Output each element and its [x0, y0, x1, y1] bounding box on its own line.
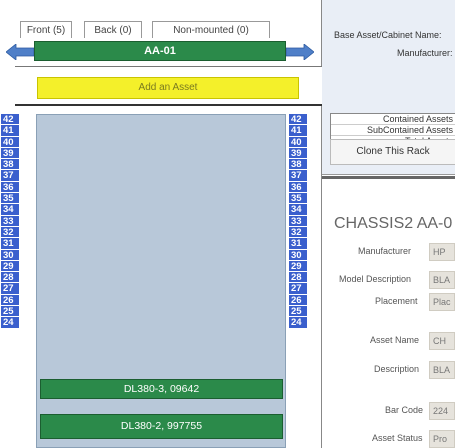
slot-number: 42 [1, 114, 19, 126]
asset-detail-panel: CHASSIS2 AA-0 Manufacturer HP Model Desc… [322, 176, 455, 448]
rack-asset[interactable]: DL380-2, 997755 [40, 414, 283, 439]
slot-number: 40 [289, 136, 307, 148]
slot-number: 33 [289, 215, 307, 227]
bar-code-field[interactable]: 224 [429, 402, 455, 420]
slot-number: 32 [289, 226, 307, 239]
slot-numbers-right: 42 41 40 39 38 37 36 35 34 33 32 31 30 29 28 27 26 25 24 [289, 114, 307, 329]
placement-field[interactable]: Plac [429, 293, 455, 311]
slot-number: 42 [289, 114, 307, 126]
slot-number: 27 [289, 283, 307, 295]
manufacturer-field-label: Manufacturer [358, 246, 412, 256]
slot-number: 35 [289, 193, 307, 205]
slot-number: 37 [289, 170, 307, 182]
rack-summary: Base Asset/Cabinet Name: Manufacturer: C… [322, 0, 455, 175]
slot-number: 36 [1, 181, 19, 194]
asset-status-field-label: Asset Status [372, 433, 423, 443]
asset-name-field-label: Asset Name [370, 335, 420, 345]
slot-number: 38 [1, 159, 19, 171]
bar-code-field-label: Bar Code [385, 405, 424, 415]
slot-number: 30 [1, 249, 19, 261]
slot-number: 25 [289, 306, 307, 318]
slot-number: 26 [1, 294, 19, 307]
clone-rack-button[interactable]: Clone This Rack [330, 139, 455, 165]
model-description-field[interactable]: BLA [429, 271, 455, 289]
placement-field-label: Placement [375, 296, 418, 306]
rack-name-header: AA-01 [34, 41, 286, 61]
add-asset-area: Add an Asset [15, 66, 322, 106]
contained-assets-label: Contained Assets [331, 114, 455, 125]
slot-number: 41 [289, 125, 307, 137]
slot-number: 31 [1, 238, 19, 250]
slot-number: 41 [1, 125, 19, 137]
tab-non-mounted[interactable]: Non-mounted (0) [152, 21, 270, 38]
slot-number: 28 [1, 272, 19, 284]
tab-back[interactable]: Back (0) [84, 21, 142, 38]
manufacturer-label: Manufacturer: [397, 48, 453, 58]
previous-rack-arrow-icon[interactable] [6, 44, 34, 60]
model-description-field-label: Model Description [339, 274, 412, 284]
slot-number: 34 [289, 204, 307, 216]
slot-numbers-left: 42 41 40 39 38 37 36 35 34 33 32 31 30 29 28 27 26 25 24 [1, 114, 19, 329]
next-rack-arrow-icon[interactable] [286, 44, 314, 60]
slot-number: 24 [289, 317, 307, 329]
slot-number: 32 [1, 226, 19, 239]
slot-number: 39 [289, 147, 307, 160]
slot-number: 27 [1, 283, 19, 295]
slot-number: 31 [289, 238, 307, 250]
slot-number: 26 [289, 294, 307, 307]
slot-number: 29 [1, 260, 19, 273]
slot-number: 33 [1, 215, 19, 227]
slot-number: 37 [1, 170, 19, 182]
asset-title: CHASSIS2 AA-0 [334, 215, 453, 232]
tab-front[interactable]: Front (5) [20, 21, 72, 38]
rack-navigation-bar: AA-01 [6, 41, 316, 62]
slot-number: 34 [1, 204, 19, 216]
description-field-label: Description [374, 364, 420, 374]
asset-status-field[interactable]: Pro [429, 430, 455, 448]
slot-number: 29 [289, 260, 307, 273]
rack-asset[interactable]: DL380-3, 09642 [40, 379, 283, 399]
slot-number: 28 [289, 272, 307, 284]
slot-number: 36 [289, 181, 307, 194]
slot-number: 39 [1, 147, 19, 160]
rack-panel: Front (5) Back (0) Non-mounted (0) AA-01… [0, 0, 322, 448]
slot-number: 40 [1, 136, 19, 148]
slot-number: 35 [1, 193, 19, 205]
rack-tabs: Front (5) Back (0) Non-mounted (0) [0, 0, 322, 38]
base-asset-label: Base Asset/Cabinet Name: [334, 30, 442, 40]
subcontained-assets-label: SubContained Assets [331, 125, 455, 136]
asset-name-field[interactable]: CH [429, 332, 455, 350]
add-asset-button[interactable]: Add an Asset [37, 77, 299, 99]
slot-number: 24 [1, 317, 19, 329]
slot-number: 38 [289, 159, 307, 171]
slot-number: 30 [289, 249, 307, 261]
rack-info-panel: Base Asset/Cabinet Name: Manufacturer: C… [322, 0, 455, 448]
manufacturer-field[interactable]: HP [429, 243, 455, 261]
slot-number: 25 [1, 306, 19, 318]
description-field[interactable]: BLA [429, 361, 455, 379]
